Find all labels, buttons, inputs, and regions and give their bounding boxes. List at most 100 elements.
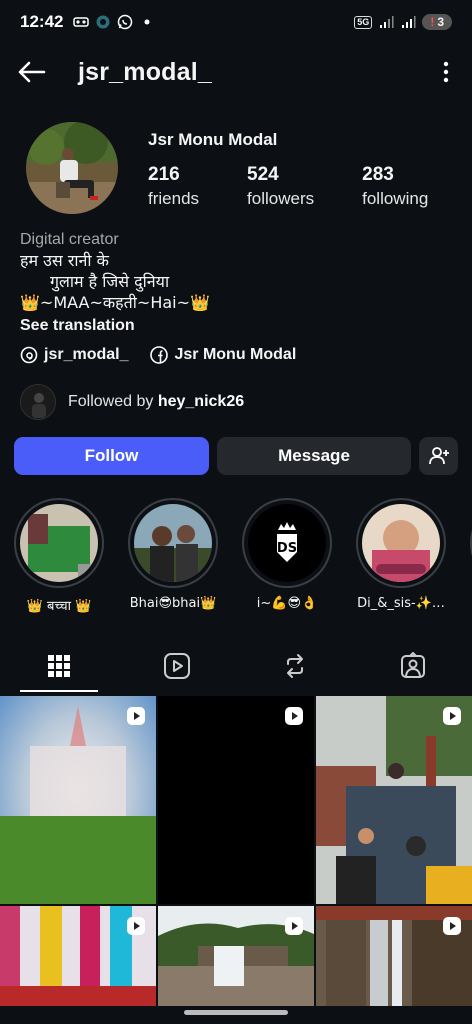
stat-label: followers [247,189,315,208]
facebook-link[interactable]: Jsr Monu Modal [150,346,296,364]
follow-button[interactable]: Follow [14,437,209,475]
mutual-avatar-photo [21,385,55,419]
voicemail-icon [73,17,90,27]
bio-line: हम उस रानी के [20,251,109,270]
battery-indicator: ! 3 [422,14,452,30]
post-thumbnail [316,696,472,904]
tab-posts[interactable] [0,640,118,692]
reels-icon [164,653,190,679]
signal-icon [380,16,394,28]
threads-icon [20,346,38,364]
battery-level: 3 [437,15,444,29]
highlight-ring [128,498,218,588]
highlight-cover-image [134,504,212,582]
grid-post[interactable] [0,696,156,904]
profile-bio: Digital creator हम उस रानी के गुलाम है ज… [20,230,450,337]
followed-by-prefix: Followed by [68,393,154,410]
highlight-label: Di_&_sis-✨… [357,596,445,611]
followed-by-text: Followed by hey_nick26 [68,393,244,411]
battery-alert: ! [430,15,435,29]
reel-indicator-icon [285,707,303,725]
highlight-ring [14,498,104,588]
status-time: 12:42 [20,12,64,31]
followed-by[interactable]: Followed by hey_nick26 [20,384,244,420]
suggested-users-button[interactable] [419,437,458,475]
post-thumbnail [0,696,156,904]
app-notification-icon [96,15,110,29]
see-translation-link[interactable]: See translation [20,315,450,337]
highlight-item[interactable]: Di_&_sis-✨… [356,498,446,618]
highlight-item[interactable]: DS i~💪😎👌 [242,498,332,618]
highlight-label: Bhai😎bhai👑 [129,596,217,611]
back-arrow-icon [18,61,46,83]
profile-stats: 216 friends 524 followers 283 following [148,164,472,209]
tab-reposts[interactable] [236,640,354,692]
svg-text:DS: DS [277,541,297,556]
highlight-cover-image [362,504,440,582]
mutual-avatar [20,384,56,420]
profile-actions: Follow Message [14,437,458,475]
posts-grid [0,696,472,1006]
reel-indicator-icon [127,707,145,725]
notification-icons [73,14,155,30]
stat-label: following [362,189,429,208]
reel-indicator-icon [127,917,145,935]
highlight-label: i~💪😎👌 [256,596,318,611]
more-vertical-icon [443,61,449,83]
followed-by-user[interactable]: hey_nick26 [158,393,244,410]
stat-friends[interactable]: 216 friends [148,164,199,209]
grid-post[interactable] [316,696,472,904]
highlight-cover-image [20,504,98,582]
stat-number: 524 [247,164,279,185]
signal-icon-2 [402,16,416,28]
highlight-item[interactable]: Bhai😎bhai👑 [128,498,218,618]
profile-username: jsr_modal_ [78,57,213,86]
reel-indicator-icon [285,917,303,935]
grid-icon [48,655,70,677]
reel-indicator-icon [443,917,461,935]
profile-links: jsr_modal_ Jsr Monu Modal [20,346,296,364]
stat-number: 216 [148,164,180,185]
story-highlights: 👑 बच्चा 👑 Bhai😎bhai👑 DS i~💪😎👌 Di_&_sis-✨… [14,498,472,618]
display-name: Jsr Monu Modal [148,130,278,149]
tab-reels[interactable] [118,640,236,692]
tab-tagged[interactable] [354,640,472,692]
threads-handle: jsr_modal_ [44,346,129,363]
facebook-icon [150,346,169,364]
bio-line: 👑~MAA~कहती~Hai~👑 [20,293,210,312]
system-icons: 5G ! 3 [354,14,452,30]
network-type: 5G [354,15,373,29]
grid-post[interactable] [0,906,156,1006]
highlight-cover [134,504,212,582]
highlight-ring: DS [242,498,332,588]
reel-indicator-icon [443,707,461,725]
dot-icon [144,19,150,25]
top-bar: jsr_modal_ [0,48,472,96]
facebook-name: Jsr Monu Modal [174,346,297,363]
highlight-item[interactable]: 👑 बच्चा 👑 [14,498,104,618]
status-bar: 12:42 5G ! 3 [0,0,472,44]
profile-info: Jsr Monu Modal 216 friends 524 followers… [148,122,472,214]
grid-post[interactable] [158,696,314,904]
highlight-cover [362,504,440,582]
back-button[interactable] [14,55,48,89]
profile-header: Jsr Monu Modal 216 friends 524 followers… [26,122,456,214]
stat-number: 283 [362,164,394,185]
grid-post[interactable] [316,906,472,1006]
bio-line: गुलाम है जिसे दुनिया [50,272,170,291]
whatsapp-icon [118,14,133,30]
highlight-cover [20,504,98,582]
gesture-nav-handle[interactable] [184,1010,288,1015]
stat-followers[interactable]: 524 followers [247,164,314,209]
threads-link[interactable]: jsr_modal_ [20,346,128,364]
stat-label: friends [148,189,200,208]
grid-post[interactable] [158,906,314,1006]
tagged-icon [401,652,425,678]
message-button[interactable]: Message [217,437,411,475]
profile-avatar[interactable] [26,122,118,214]
more-options-button[interactable] [434,55,458,89]
stat-following[interactable]: 283 following [362,164,428,209]
highlight-cover: DS [248,504,326,582]
highlight-cover-image: DS [248,504,326,582]
avatar-photo [26,122,118,214]
